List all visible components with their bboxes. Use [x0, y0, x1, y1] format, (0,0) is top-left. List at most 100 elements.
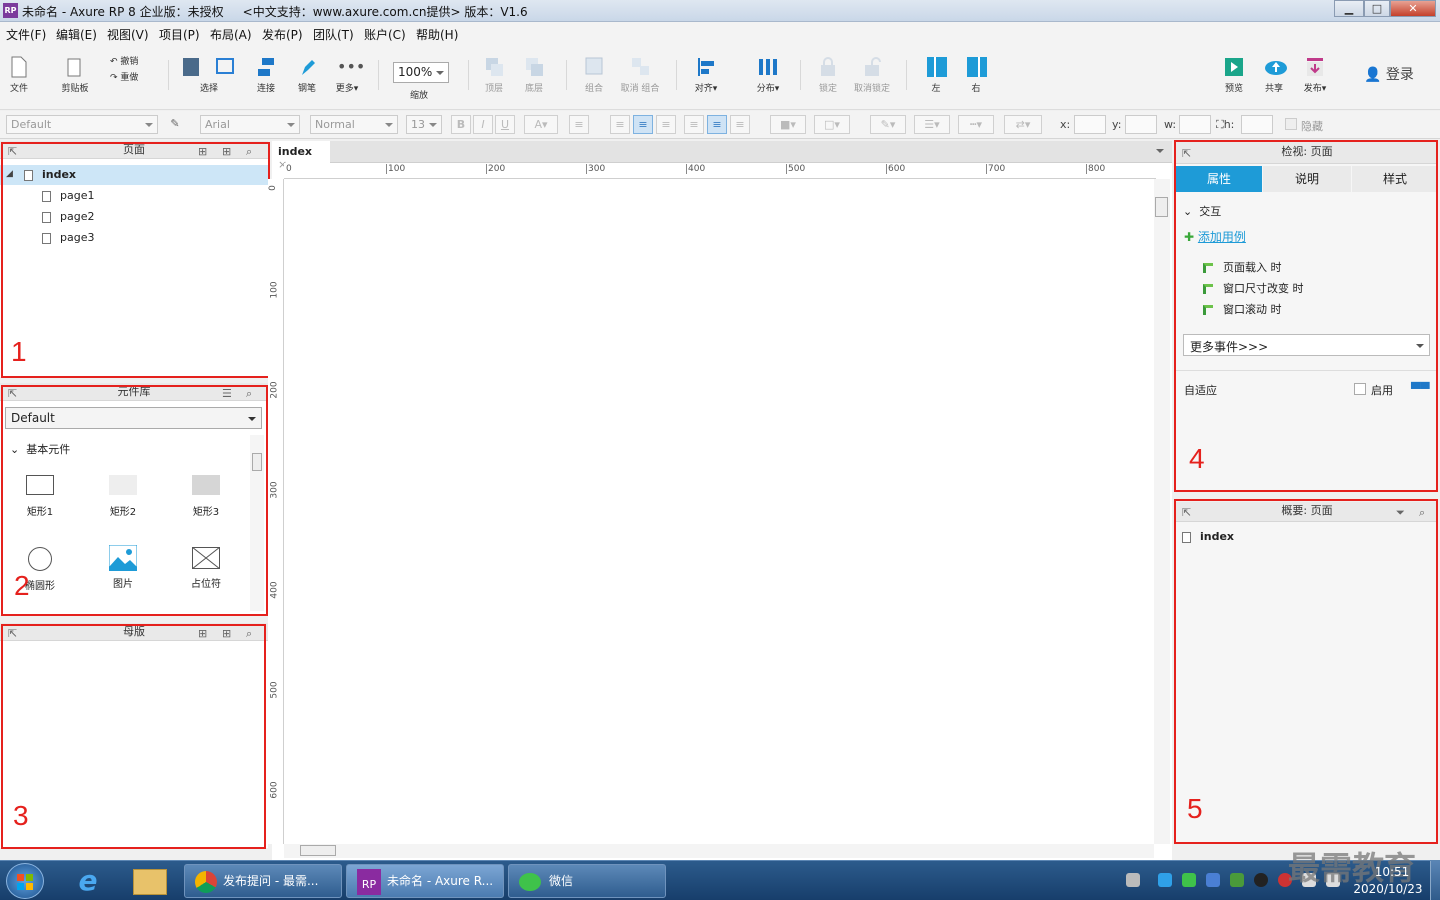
pin-icon[interactable]: ⇱ [8, 385, 17, 403]
tab-index[interactable]: index × [272, 141, 330, 171]
font-size-select[interactable]: 13 [406, 115, 442, 134]
y-input[interactable] [1125, 115, 1157, 134]
undo-button[interactable]: ↶ 撤销 [110, 54, 138, 70]
align-right-button[interactable]: ≡ [656, 115, 676, 134]
wechat-tray-icon[interactable] [1182, 873, 1196, 887]
menu-publish[interactable]: 发布(P) [262, 26, 303, 43]
maximize-button[interactable]: □ [1364, 0, 1390, 17]
explorer-folder-icon[interactable] [133, 869, 167, 895]
add-folder-icon[interactable]: ⊞ [222, 625, 231, 643]
page-tree-root[interactable]: ◢ index [0, 165, 268, 185]
widget-rectangle-3[interactable]: 矩形3 [180, 475, 232, 518]
page-tree-item[interactable]: page2 [42, 210, 94, 223]
canvas-horizontal-scrollbar[interactable] [284, 844, 1154, 858]
interaction-section-header[interactable]: ⌄ 交互 [1183, 203, 1221, 219]
zoom-select[interactable]: 100% [393, 62, 449, 83]
share-button[interactable]: 共享 [1260, 56, 1288, 94]
show-desktop-button[interactable] [1430, 861, 1440, 900]
group-button[interactable]: 组合 [582, 56, 606, 94]
style-edit-icon[interactable]: ✎ [165, 115, 185, 134]
bring-to-front-button[interactable]: 顶层 [482, 56, 506, 94]
menu-layout[interactable]: 布局(A) [210, 26, 252, 43]
taskbar-item-chrome[interactable]: 发布提问 - 最需... [184, 864, 342, 898]
preview-button[interactable]: 预览 [1220, 56, 1248, 94]
library-group-header[interactable]: ⌄ 基本元件 [10, 441, 70, 457]
enable-checkbox[interactable] [1354, 383, 1366, 395]
close-button[interactable]: ✕ [1390, 0, 1436, 17]
search-icon[interactable]: ⌕ [246, 143, 252, 161]
tab-notes[interactable]: 说明 [1263, 166, 1351, 192]
login-button[interactable]: 👤 登录 [1364, 64, 1414, 84]
menu-project[interactable]: 项目(P) [159, 26, 200, 43]
ie-icon[interactable]: e [70, 865, 106, 897]
event-window-resize[interactable]: 窗口尺寸改变 时 [1203, 280, 1304, 296]
align-left-button[interactable]: ≡ [610, 115, 630, 134]
italic-button[interactable]: I [473, 115, 493, 134]
align-button[interactable]: 对齐▾ [690, 56, 722, 94]
font-color-button[interactable]: A▾ [524, 115, 558, 134]
taskbar-item-wechat[interactable]: 微信 [508, 864, 666, 898]
search-icon[interactable]: ⌕ [246, 625, 252, 643]
bullet-list-button[interactable]: ≡ [569, 115, 589, 134]
hide-checkbox[interactable] [1285, 118, 1297, 130]
w-input[interactable] [1179, 115, 1211, 134]
tray-app-icon[interactable] [1158, 873, 1172, 887]
minimize-button[interactable]: ▁ [1334, 0, 1364, 17]
style-select[interactable]: Default [6, 115, 158, 134]
canvas-vertical-scrollbar[interactable] [1154, 179, 1170, 844]
line-width-button[interactable]: ☰▾ [914, 115, 950, 134]
pin-icon[interactable]: ⇱ [8, 143, 17, 161]
menu-icon[interactable]: ☰ [222, 385, 232, 403]
widget-image[interactable]: 图片 [97, 544, 149, 590]
left-panel-toggle[interactable]: 左 [922, 56, 950, 94]
page-tree-item[interactable]: page3 [42, 231, 94, 244]
align-center-button[interactable]: ≡ [633, 115, 653, 134]
line-color-button[interactable]: ✎▾ [870, 115, 906, 134]
lock-button[interactable]: 锁定 [816, 56, 840, 94]
add-master-icon[interactable]: ⊞ [198, 625, 207, 643]
nvidia-icon[interactable] [1230, 873, 1244, 887]
widget-rectangle-2[interactable]: 矩形2 [97, 475, 149, 518]
qq-icon[interactable] [1254, 873, 1268, 887]
library-scrollbar[interactable] [250, 435, 264, 611]
add-page-icon[interactable]: ⊞ [198, 143, 207, 161]
menu-edit[interactable]: 编辑(E) [56, 26, 97, 43]
distribute-button[interactable]: 分布▾ [752, 56, 784, 94]
keyboard-icon[interactable] [1126, 873, 1140, 887]
connect-button[interactable]: 连接 [252, 56, 280, 94]
menu-view[interactable]: 视图(V) [107, 26, 149, 43]
lock-ratio-icon[interactable]: ⛶ [1216, 118, 1224, 131]
pen-button[interactable]: 钢笔 [293, 56, 321, 94]
add-folder-icon[interactable]: ⊞ [222, 143, 231, 161]
shadow-button[interactable]: □▾ [814, 115, 850, 134]
more-events-select[interactable]: 更多事件>>> [1183, 334, 1430, 356]
pin-icon[interactable]: ⇱ [1182, 144, 1191, 164]
tab-dropdown-icon[interactable] [1156, 149, 1164, 157]
valign-bottom-button[interactable]: ≡ [730, 115, 750, 134]
clipboard-button[interactable]: 剪贴板 [56, 56, 94, 94]
start-button[interactable] [6, 863, 44, 899]
event-window-scroll[interactable]: 窗口滚动 时 [1203, 301, 1282, 317]
x-input[interactable] [1074, 115, 1106, 134]
library-select[interactable]: Default [5, 407, 262, 429]
tab-style[interactable]: 样式 [1352, 166, 1438, 192]
menu-help[interactable]: 帮助(H) [416, 26, 458, 43]
publish-button[interactable]: 发布▾ [1298, 56, 1332, 94]
taskbar-item-axure[interactable]: RP 未命名 - Axure R... [346, 864, 504, 898]
redo-button[interactable]: ↷ 重做 [110, 70, 138, 86]
page-tree-item[interactable]: page1 [42, 189, 94, 202]
send-to-back-button[interactable]: 底层 [522, 56, 546, 94]
pin-icon[interactable]: ⇱ [8, 625, 17, 643]
design-canvas[interactable] [272, 141, 1172, 860]
underline-button[interactable]: U [495, 115, 515, 134]
file-button[interactable]: 文件 [6, 56, 32, 94]
add-case-link[interactable]: ✚ 添加用例 [1184, 228, 1246, 245]
menu-account[interactable]: 账户(C) [364, 26, 406, 43]
filter-icon[interactable]: ⏷ [1396, 504, 1405, 522]
ungroup-button[interactable]: 取消 组合 [618, 56, 662, 94]
event-page-load[interactable]: 页面载入 时 [1203, 259, 1282, 275]
clock-time[interactable]: 10:51 [1360, 865, 1424, 879]
menu-file[interactable]: 文件(F) [6, 26, 46, 43]
clock-date[interactable]: 2020/10/23 [1352, 882, 1424, 896]
pin-icon[interactable]: ⇱ [1182, 504, 1191, 522]
